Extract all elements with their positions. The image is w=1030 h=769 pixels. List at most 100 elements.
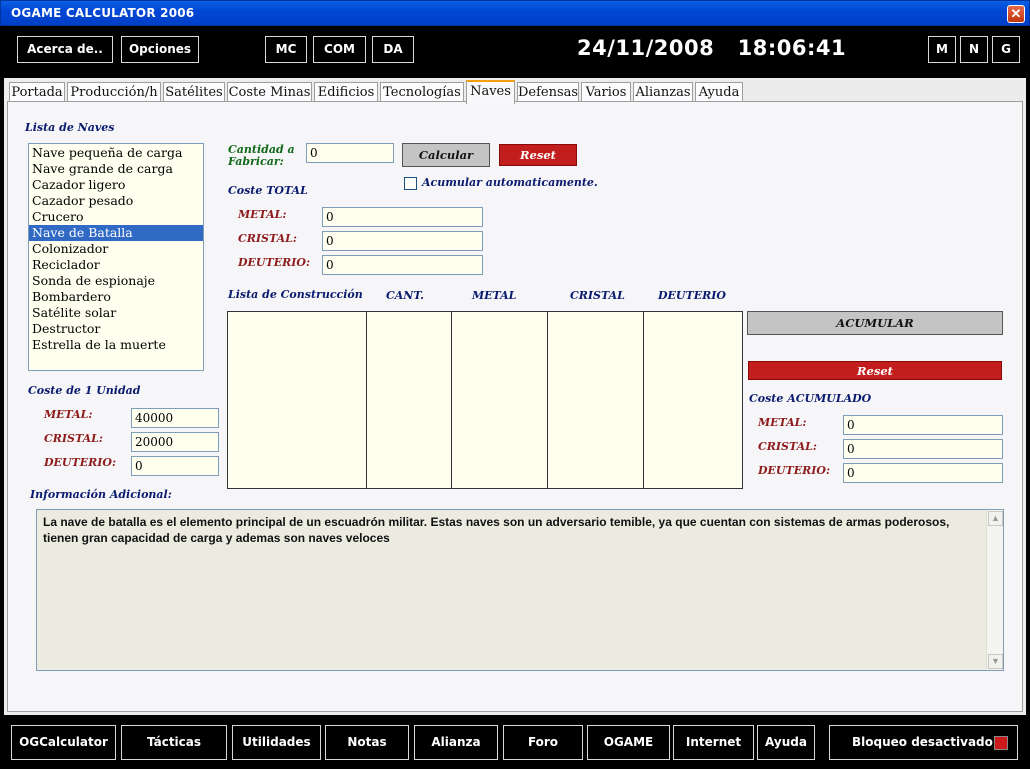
acc-metal-label: METAL:	[758, 416, 807, 429]
scroll-up-icon[interactable]: ▲	[988, 511, 1003, 526]
list-item[interactable]: Sonda de espionaje	[29, 273, 203, 289]
tab-alianzas[interactable]: Alianzas	[633, 82, 693, 103]
info-scrollbar[interactable]: ▲ ▼	[986, 510, 1003, 670]
tab-satelites[interactable]: Satélites	[163, 82, 225, 103]
build-list-header: Lista de Construcción	[228, 288, 363, 301]
window-title: OGAME CALCULATOR 2006	[11, 6, 195, 20]
footer-ayuda-button[interactable]: Ayuda	[757, 725, 815, 760]
build-list-deut[interactable]	[643, 311, 743, 489]
auto-accumulate-checkbox[interactable]	[404, 177, 417, 190]
quantity-label-line2: Fabricar:	[228, 155, 284, 168]
list-item[interactable]: Nave grande de carga	[29, 161, 203, 177]
tab-varios[interactable]: Varios	[581, 82, 631, 103]
ship-list[interactable]: Nave pequeña de carga Nave grande de car…	[28, 143, 204, 371]
info-textbox[interactable]: La nave de batalla es el elemento princi…	[36, 509, 1004, 671]
footer-ogcalculator-button[interactable]: OGCalculator	[11, 725, 116, 760]
about-button[interactable]: Acerca de..	[17, 36, 113, 63]
build-col-deut-header: DEUTERIO	[658, 289, 726, 302]
unit-deut-field[interactable]: 0	[131, 456, 219, 476]
g-button[interactable]: G	[992, 36, 1020, 63]
acc-deut-label: DEUTERIO:	[758, 464, 831, 477]
da-button[interactable]: DA	[372, 36, 414, 63]
build-col-crystal-header: CRISTAL	[570, 289, 625, 302]
tab-produccion[interactable]: Producción/h	[67, 82, 161, 103]
list-item[interactable]: Crucero	[29, 209, 203, 225]
header-bar: Acerca de.. Opciones MC COM DA 24/11/200…	[4, 26, 1026, 78]
list-item[interactable]: Satélite solar	[29, 305, 203, 321]
tab-defensas[interactable]: Defensas	[517, 82, 579, 103]
list-item[interactable]: Nave pequeña de carga	[29, 145, 203, 161]
footer-foro-button[interactable]: Foro	[503, 725, 583, 760]
ship-list-header: Lista de Naves	[25, 121, 115, 134]
title-bar[interactable]: OGAME CALCULATOR 2006 ✕	[0, 0, 1030, 26]
lock-toggle-button[interactable]: Bloqueo desactivado	[829, 725, 1018, 760]
main-panel: Portada Producción/h Satélites Coste Min…	[4, 78, 1026, 715]
total-deut-label: DEUTERIO:	[238, 256, 311, 269]
reset-accumulated-button[interactable]: Reset	[748, 361, 1002, 380]
footer-internet-button[interactable]: Internet	[673, 725, 754, 760]
quantity-label: Cantidad a Fabricar:	[228, 144, 295, 168]
total-crystal-field[interactable]: 0	[322, 231, 483, 251]
build-list-metal[interactable]	[451, 311, 549, 489]
unit-crystal-label: CRISTAL:	[44, 432, 103, 445]
accumulate-button[interactable]: ACUMULAR	[747, 311, 1003, 335]
build-list-crystal[interactable]	[547, 311, 645, 489]
list-item[interactable]: Estrella de la muerte	[29, 337, 203, 353]
list-item[interactable]: Bombardero	[29, 289, 203, 305]
calculate-button[interactable]: Calcular	[402, 143, 490, 167]
date-display: 24/11/2008	[577, 36, 715, 60]
accumulated-cost-header: Coste ACUMULADO	[749, 392, 872, 405]
tab-tecnologias[interactable]: Tecnologías	[380, 82, 464, 103]
unit-metal-label: METAL:	[44, 408, 93, 421]
datetime-display: 24/11/2008 18:06:41	[577, 36, 846, 60]
list-item[interactable]: Reciclador	[29, 257, 203, 273]
list-item[interactable]: Cazador pesado	[29, 193, 203, 209]
tab-naves[interactable]: Naves	[466, 80, 515, 104]
footer-tacticas-button[interactable]: Tácticas	[121, 725, 227, 760]
tab-portada[interactable]: Portada	[9, 82, 65, 103]
lock-status-indicator	[994, 736, 1008, 750]
com-button[interactable]: COM	[313, 36, 366, 63]
total-metal-label: METAL:	[238, 208, 287, 221]
info-text: La nave de batalla es el elemento princi…	[43, 515, 950, 545]
info-header: Información Adicional:	[30, 488, 172, 501]
tab-edificios[interactable]: Edificios	[314, 82, 378, 103]
footer-bar: OGCalculator Tácticas Utilidades Notas A…	[4, 715, 1026, 769]
total-crystal-label: CRISTAL:	[238, 232, 297, 245]
lock-label: Bloqueo desactivado	[852, 735, 993, 749]
reset-button[interactable]: Reset	[499, 144, 577, 166]
unit-metal-field[interactable]: 40000	[131, 408, 219, 428]
acc-crystal-field[interactable]: 0	[843, 439, 1003, 459]
build-list-names[interactable]	[227, 311, 368, 489]
footer-utilidades-button[interactable]: Utilidades	[232, 725, 321, 760]
mc-button[interactable]: MC	[265, 36, 307, 63]
acc-deut-field[interactable]: 0	[843, 463, 1003, 483]
build-col-qty-header: CANT.	[386, 289, 424, 302]
quantity-input[interactable]: 0	[306, 143, 394, 163]
time-display: 18:06:41	[737, 36, 847, 60]
list-item-selected[interactable]: Nave de Batalla	[29, 225, 203, 241]
list-item[interactable]: Destructor	[29, 321, 203, 337]
m-button[interactable]: M	[928, 36, 956, 63]
footer-notas-button[interactable]: Notas	[325, 725, 409, 760]
close-window-button[interactable]: ✕	[1007, 5, 1025, 23]
unit-crystal-field[interactable]: 20000	[131, 432, 219, 452]
total-metal-field[interactable]: 0	[322, 207, 483, 227]
scroll-down-icon[interactable]: ▼	[988, 654, 1003, 669]
build-list-qty[interactable]	[366, 311, 453, 489]
list-item[interactable]: Colonizador	[29, 241, 203, 257]
footer-ogame-button[interactable]: OGAME	[587, 725, 670, 760]
total-deut-field[interactable]: 0	[322, 255, 483, 275]
tab-coste-minas[interactable]: Coste Minas	[227, 82, 312, 103]
auto-accumulate-label: Acumular automaticamente.	[422, 176, 598, 189]
options-button[interactable]: Opciones	[121, 36, 199, 63]
unit-cost-header: Coste de 1 Unidad	[28, 384, 141, 397]
list-item[interactable]: Cazador ligero	[29, 177, 203, 193]
naves-tab-panel: Lista de Naves Nave pequeña de carga Nav…	[7, 101, 1023, 712]
acc-metal-field[interactable]: 0	[843, 415, 1003, 435]
build-col-metal-header: METAL	[472, 289, 517, 302]
unit-deut-label: DEUTERIO:	[44, 456, 117, 469]
tab-ayuda[interactable]: Ayuda	[695, 82, 743, 103]
n-button[interactable]: N	[960, 36, 988, 63]
footer-alianza-button[interactable]: Alianza	[414, 725, 498, 760]
